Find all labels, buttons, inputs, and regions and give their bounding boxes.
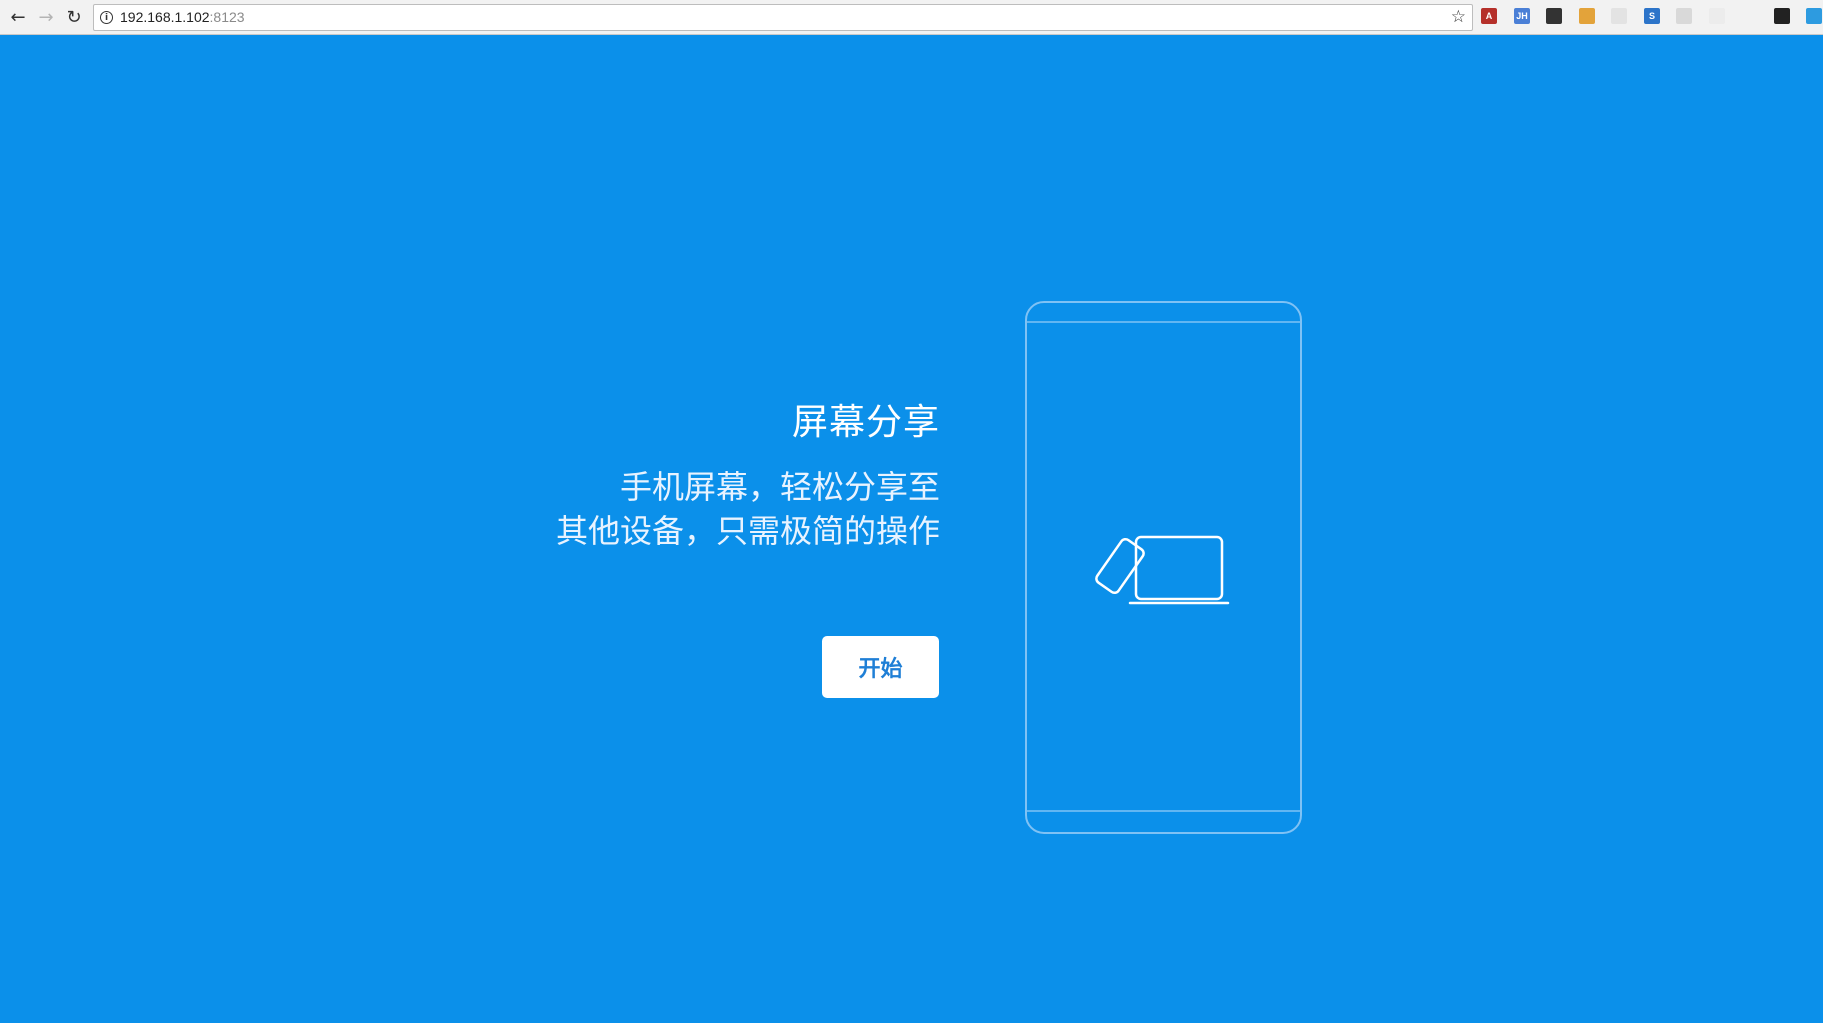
- user-extension-icon[interactable]: [1611, 8, 1627, 24]
- subtitle-line-2: 其他设备，只需极简的操作: [555, 512, 940, 550]
- screen-share-icon: [1095, 535, 1230, 605]
- cloud-extension-icon[interactable]: [1774, 8, 1790, 24]
- page-subtitle: 手机屏幕，轻松分享至 其他设备，只需极简的操作: [556, 465, 940, 553]
- forward-arrow-icon[interactable]: →: [34, 6, 58, 30]
- phone-outline: [1025, 301, 1302, 834]
- shield-extension-icon[interactable]: [1676, 8, 1692, 24]
- sync-extension-icon[interactable]: [1741, 8, 1757, 24]
- graph-extension-icon[interactable]: [1709, 8, 1725, 24]
- url-text[interactable]: 192.168.1.102:8123: [120, 9, 245, 25]
- start-button[interactable]: 开始: [822, 636, 939, 698]
- incognito-extension-icon[interactable]: [1546, 8, 1562, 24]
- bookmark-star-icon[interactable]: ☆: [1451, 7, 1466, 27]
- url-host: 192.168.1.102: [120, 9, 210, 25]
- phone-small-icon: [1095, 537, 1145, 595]
- reload-icon[interactable]: ↻: [62, 6, 86, 30]
- jh-extension-icon[interactable]: JH: [1514, 8, 1530, 24]
- acrobat-extension-icon[interactable]: A: [1481, 8, 1497, 24]
- laptop-screen-icon: [1134, 535, 1224, 601]
- back-arrow-icon[interactable]: ←: [6, 6, 30, 30]
- browser-toolbar: ← → ↻ i 192.168.1.102:8123 ☆ A JH S: [0, 0, 1823, 35]
- site-info-icon[interactable]: i: [100, 11, 113, 24]
- phone-illustration: [1025, 301, 1302, 834]
- subtitle-line-1: 手机屏幕，轻松分享至: [619, 468, 940, 506]
- page-extension-icon[interactable]: [1806, 8, 1822, 24]
- page-title: 屏幕分享: [791, 402, 940, 443]
- s-extension-icon[interactable]: S: [1644, 8, 1660, 24]
- shopping-extension-icon[interactable]: [1579, 8, 1595, 24]
- address-bar[interactable]: i 192.168.1.102:8123 ☆: [93, 4, 1473, 31]
- url-port: :8123: [209, 9, 245, 25]
- page-content: 屏幕分享 手机屏幕，轻松分享至 其他设备，只需极简的操作 开始: [0, 35, 1823, 1023]
